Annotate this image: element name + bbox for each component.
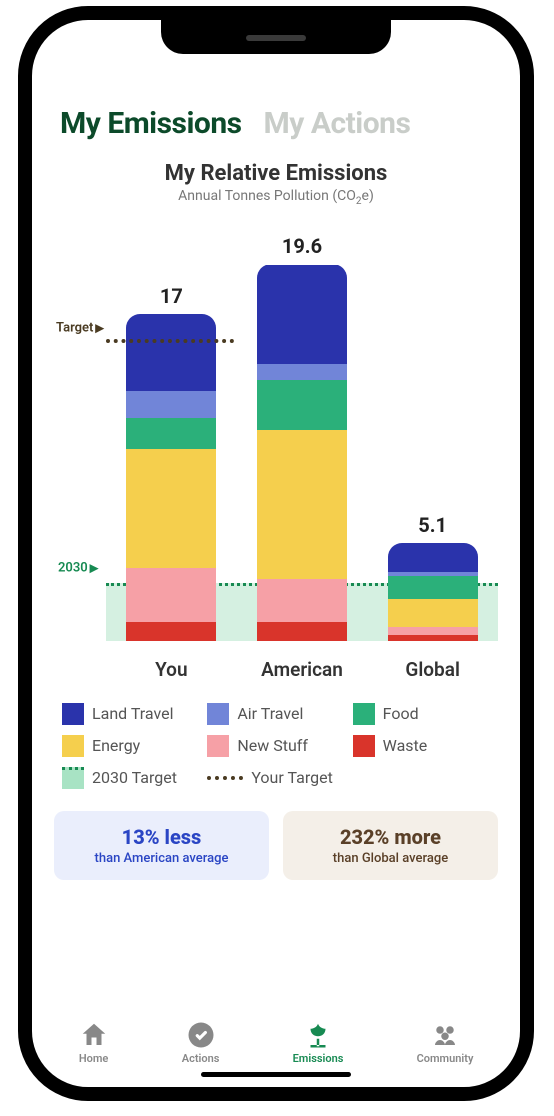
emissions-chart: 2030▶ Target▶ 1719.65.1 You American Glo… <box>54 231 498 691</box>
legend-your-target: Your Target <box>207 767 344 789</box>
stacked-bar <box>388 543 478 641</box>
stat-vs-global-headline: 232% more <box>291 825 490 849</box>
x-axis-labels: You American Global <box>106 658 498 681</box>
segment-air-travel <box>257 364 347 379</box>
chart-bars: 1719.65.1 <box>106 257 498 641</box>
top-tabs: My Emissions My Actions <box>54 76 498 151</box>
chart-legend: Land Travel Air Travel Food Energy New S… <box>54 703 498 789</box>
home-indicator <box>201 1072 351 1077</box>
segment-energy <box>126 449 216 568</box>
bar-total-label: 17 <box>160 284 183 308</box>
tab-my-emissions[interactable]: My Emissions <box>60 106 242 141</box>
segment-waste <box>257 622 347 641</box>
segment-energy <box>388 599 478 628</box>
segment-new-stuff <box>257 579 347 621</box>
legend-2030-target: 2030 Target <box>62 767 199 789</box>
segment-food <box>388 576 478 599</box>
x-label-global: Global <box>388 658 478 681</box>
segment-air-travel <box>126 391 216 418</box>
your-target-label: Target▶ <box>56 321 104 336</box>
stat-cards: 13% less than American average 232% more… <box>54 811 498 880</box>
phone-speaker <box>246 35 306 41</box>
bar-total-label: 19.6 <box>282 234 322 258</box>
segment-new-stuff <box>126 568 216 622</box>
screen: My Emissions My Actions My Relative Emis… <box>32 20 520 1087</box>
chart-title-text: My Relative Emissions <box>54 161 498 186</box>
bar-you: 17 <box>126 284 216 640</box>
segment-new-stuff <box>388 627 478 635</box>
stat-vs-american-headline: 13% less <box>62 825 261 849</box>
legend-food: Food <box>353 703 490 725</box>
check-circle-icon <box>186 1020 216 1050</box>
segment-food <box>257 380 347 430</box>
segment-waste <box>388 635 478 641</box>
x-label-american: American <box>257 658 347 681</box>
bar-global: 5.1 <box>388 513 478 641</box>
legend-waste: Waste <box>353 735 490 757</box>
stat-vs-american-sub: than American average <box>62 851 261 866</box>
bottom-nav: Home Actions Emissions Community <box>32 1010 520 1069</box>
nav-actions[interactable]: Actions <box>182 1020 220 1065</box>
segment-land-travel <box>257 265 347 365</box>
segment-food <box>126 418 216 449</box>
your-target-line <box>106 339 234 343</box>
plant-icon <box>303 1020 333 1050</box>
bar-american: 19.6 <box>257 234 347 640</box>
chart-subtitle: Annual Tonnes Pollution (CO2e) <box>54 188 498 207</box>
x-label-you: You <box>126 658 216 681</box>
stat-vs-global-sub: than Global average <box>291 851 490 866</box>
target-2030-label: 2030▶ <box>58 561 98 576</box>
stacked-bar <box>126 314 216 640</box>
people-icon <box>430 1020 460 1050</box>
nav-home[interactable]: Home <box>79 1020 109 1065</box>
stacked-bar <box>257 264 347 640</box>
legend-energy: Energy <box>62 735 199 757</box>
segment-energy <box>257 430 347 580</box>
legend-air-travel: Air Travel <box>207 703 344 725</box>
tab-my-actions[interactable]: My Actions <box>264 106 411 141</box>
home-icon <box>79 1020 109 1050</box>
segment-land-travel <box>126 314 216 391</box>
chart-title: My Relative Emissions Annual Tonnes Poll… <box>54 161 498 207</box>
bar-total-label: 5.1 <box>418 513 447 537</box>
segment-waste <box>126 622 216 641</box>
nav-community[interactable]: Community <box>417 1020 474 1065</box>
legend-new-stuff: New Stuff <box>207 735 344 757</box>
phone-frame: My Emissions My Actions My Relative Emis… <box>18 6 534 1101</box>
stat-vs-global[interactable]: 232% more than Global average <box>283 811 498 880</box>
legend-land-travel: Land Travel <box>62 703 199 725</box>
segment-land-travel <box>388 543 478 572</box>
stat-vs-american[interactable]: 13% less than American average <box>54 811 269 880</box>
nav-emissions[interactable]: Emissions <box>293 1020 344 1065</box>
